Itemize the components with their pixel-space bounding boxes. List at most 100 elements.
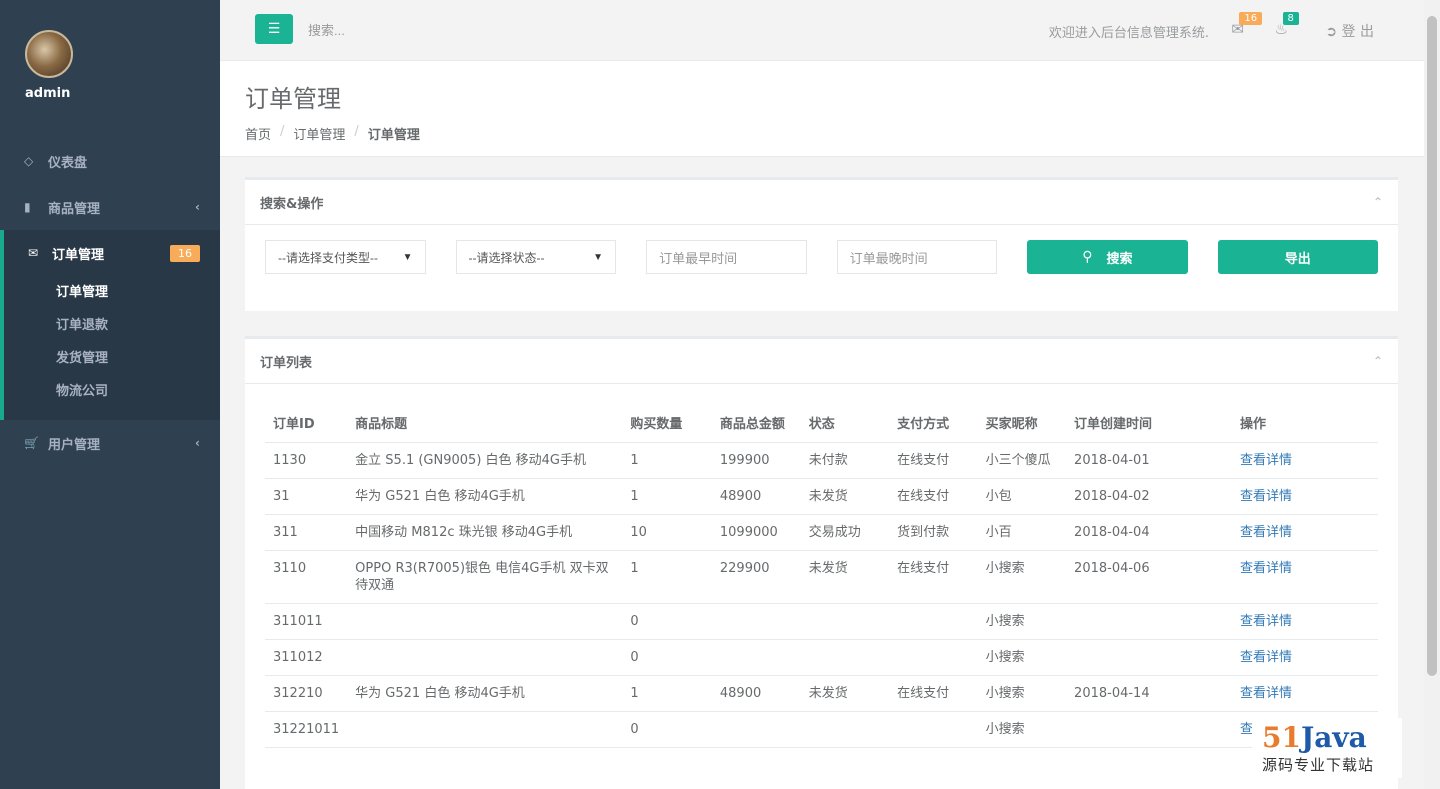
column-header[interactable]: 商品标题 <box>347 404 623 443</box>
view-details-link[interactable]: 查看详情 <box>1232 639 1378 676</box>
cell-order-id: 3110 <box>265 550 348 604</box>
sub-item-order-manage[interactable]: 订单管理 <box>4 276 220 309</box>
sub-item-shipping[interactable]: 发货管理 <box>4 342 220 375</box>
topbar: ☰ 欢迎进入后台信息管理系统. ✉ 16 ♨ 8 ➲ 登 出 <box>220 0 1424 61</box>
end-time-input[interactable]: 订单最晚时间 <box>836 240 998 274</box>
watermark-brand: 51Java <box>1262 722 1392 754</box>
cell-total: 48900 <box>711 478 801 515</box>
view-details-link[interactable]: 查看详情 <box>1232 603 1378 640</box>
table-row: 311 中国移动 M812c 珠光银 移动4G手机 10 1099000 交易成… <box>265 514 1378 551</box>
logout-button[interactable]: ➲ 登 出 <box>1325 21 1374 41</box>
search-button-label: 搜索 <box>1106 251 1133 267</box>
order-panel-header: 订单列表 ⌃ <box>245 339 1398 384</box>
hamburger-icon: ☰ <box>267 21 281 37</box>
view-details-link[interactable]: 查看详情 <box>1232 478 1378 515</box>
cell-created <box>1066 603 1232 640</box>
search-input[interactable] <box>308 18 608 42</box>
column-header[interactable]: 购买数量 <box>622 404 712 443</box>
column-header[interactable]: 订单ID <box>265 404 348 443</box>
cell-product-title: 中国移动 M812c 珠光银 移动4G手机 <box>347 514 623 551</box>
sidebar-item-users[interactable]: 🛒 用户管理 ‹ <box>0 420 220 466</box>
table-header-row: 订单ID 商品标题 购买数量 商品总金额 状态 支付方式 买家昵称 订单创建时间… <box>265 404 1378 443</box>
chevron-left-icon: ‹ <box>195 436 200 450</box>
cell-total: 229900 <box>711 550 801 604</box>
status-select[interactable]: --请选择状态-- ▼ <box>455 240 617 274</box>
table-row: 31221011 0 小搜索 查看详情 <box>265 711 1378 748</box>
chevron-left-icon: ‹ <box>195 200 200 214</box>
chevron-up-icon[interactable]: ⌃ <box>1373 354 1383 368</box>
column-header[interactable]: 支付方式 <box>889 404 978 443</box>
view-details-link[interactable]: 查看详情 <box>1232 675 1378 712</box>
sidebar-item-label: 仪表盘 <box>48 155 88 171</box>
sign-out-icon: ➲ <box>1325 24 1338 40</box>
sidebar-item-label: 用户管理 <box>48 437 101 453</box>
cell-buyer: 小搜索 <box>977 711 1067 748</box>
cell-buyer: 小三个傻瓜 <box>977 442 1067 479</box>
sub-item-order-refund[interactable]: 订单退款 <box>4 309 220 342</box>
cell-order-id: 311012 <box>265 639 348 676</box>
cell-buyer: 小搜索 <box>977 603 1067 640</box>
page-heading: 订单管理 首页 / 订单管理 / 订单管理 <box>220 61 1424 157</box>
watermark-brand-num: 51 <box>1262 721 1301 754</box>
cell-created: 2018-04-02 <box>1066 478 1232 515</box>
cell-status <box>800 711 890 748</box>
sidebar-item-dashboard[interactable]: ◇ 仪表盘 <box>0 138 220 184</box>
view-details-link[interactable]: 查看详情 <box>1232 550 1378 604</box>
view-details-link[interactable]: 查看详情 <box>1232 442 1378 479</box>
filter-panel-header: 搜索&操作 ⌃ <box>245 180 1398 225</box>
column-header[interactable]: 订单创建时间 <box>1066 404 1232 443</box>
pay-type-select[interactable]: --请选择支付类型-- ▼ <box>265 240 426 274</box>
cell-quantity: 1 <box>622 675 712 712</box>
sidebar-item-orders[interactable]: ✉ 订单管理 16 <box>4 230 220 276</box>
breadcrumb-current: 订单管理 <box>367 128 420 143</box>
breadcrumb-separator: / <box>280 124 285 139</box>
column-header[interactable]: 操作 <box>1232 404 1378 443</box>
profile: admin <box>0 0 220 138</box>
order-list-panel: 订单列表 ⌃ 订单ID 商品标题 购买数量 商品总金额 状态 支付方式 买家昵称… <box>245 336 1398 789</box>
watermark-brand-name: Java <box>1300 721 1367 754</box>
search-button[interactable]: ⚲ 搜索 <box>1027 240 1188 274</box>
cell-payment <box>889 711 978 748</box>
table-row: 312210 华为 G521 白色 移动4G手机 1 48900 未发货 在线支… <box>265 675 1378 712</box>
sidebar-item-products[interactable]: ▮ 商品管理 ‹ <box>0 184 220 230</box>
table-row: 1130 金立 S5.1 (GN9005) 白色 移动4G手机 1 199900… <box>265 442 1378 479</box>
chevron-down-icon: ▼ <box>402 251 413 263</box>
column-header[interactable]: 买家昵称 <box>977 404 1067 443</box>
page-title: 订单管理 <box>245 86 341 113</box>
breadcrumb: 首页 / 订单管理 / 订单管理 <box>245 124 1399 143</box>
sub-item-logistics[interactable]: 物流公司 <box>4 375 220 408</box>
cart-icon: 🛒 <box>24 436 39 450</box>
breadcrumb-orders[interactable]: 订单管理 <box>293 124 345 143</box>
diamond-icon: ◇ <box>24 154 34 168</box>
export-button[interactable]: 导出 <box>1217 240 1378 274</box>
cell-total: 48900 <box>711 675 801 712</box>
start-time-input[interactable]: 订单最早时间 <box>646 240 807 274</box>
column-header[interactable]: 商品总金额 <box>711 404 801 443</box>
chevron-up-icon[interactable]: ⌃ <box>1373 195 1383 209</box>
cell-product-title <box>347 711 623 748</box>
notification-button[interactable]: ♨ 8 <box>1275 12 1299 38</box>
watermark-tagline: 源码专业下载站 <box>1262 756 1375 774</box>
avatar[interactable] <box>25 30 73 78</box>
view-details-link[interactable]: 查看详情 <box>1232 514 1378 551</box>
page-scrollbar[interactable] <box>1424 0 1440 789</box>
cell-buyer: 小搜索 <box>977 550 1067 604</box>
profile-username[interactable]: admin <box>25 86 220 101</box>
mail-button[interactable]: ✉ 16 <box>1231 12 1263 38</box>
bar-chart-icon: ▮ <box>24 200 31 214</box>
scrollbar-thumb[interactable] <box>1427 16 1437 676</box>
filter-panel-title: 搜索&操作 <box>260 196 324 212</box>
breadcrumb-home[interactable]: 首页 <box>245 124 271 143</box>
cell-total <box>711 603 801 640</box>
mail-count-badge: 16 <box>1239 12 1263 25</box>
filter-row: --请选择支付类型-- ▼ --请选择状态-- ▼ 订单最早时间 订单最晚时间 … <box>245 225 1398 289</box>
cell-order-id: 312210 <box>265 675 348 712</box>
cell-product-title: 华为 G521 白色 移动4G手机 <box>347 478 623 515</box>
column-header[interactable]: 状态 <box>800 404 890 443</box>
table-row: 311011 0 小搜索 查看详情 <box>265 603 1378 640</box>
sidebar: admin ◇ 仪表盘 ▮ 商品管理 ‹ ✉ 订单管理 16 订单管理 订单退款… <box>0 0 220 789</box>
cell-buyer: 小百 <box>977 514 1067 551</box>
menu-toggle-button[interactable]: ☰ <box>255 14 293 44</box>
cell-status <box>800 603 890 640</box>
order-table: 订单ID 商品标题 购买数量 商品总金额 状态 支付方式 买家昵称 订单创建时间… <box>265 404 1378 748</box>
